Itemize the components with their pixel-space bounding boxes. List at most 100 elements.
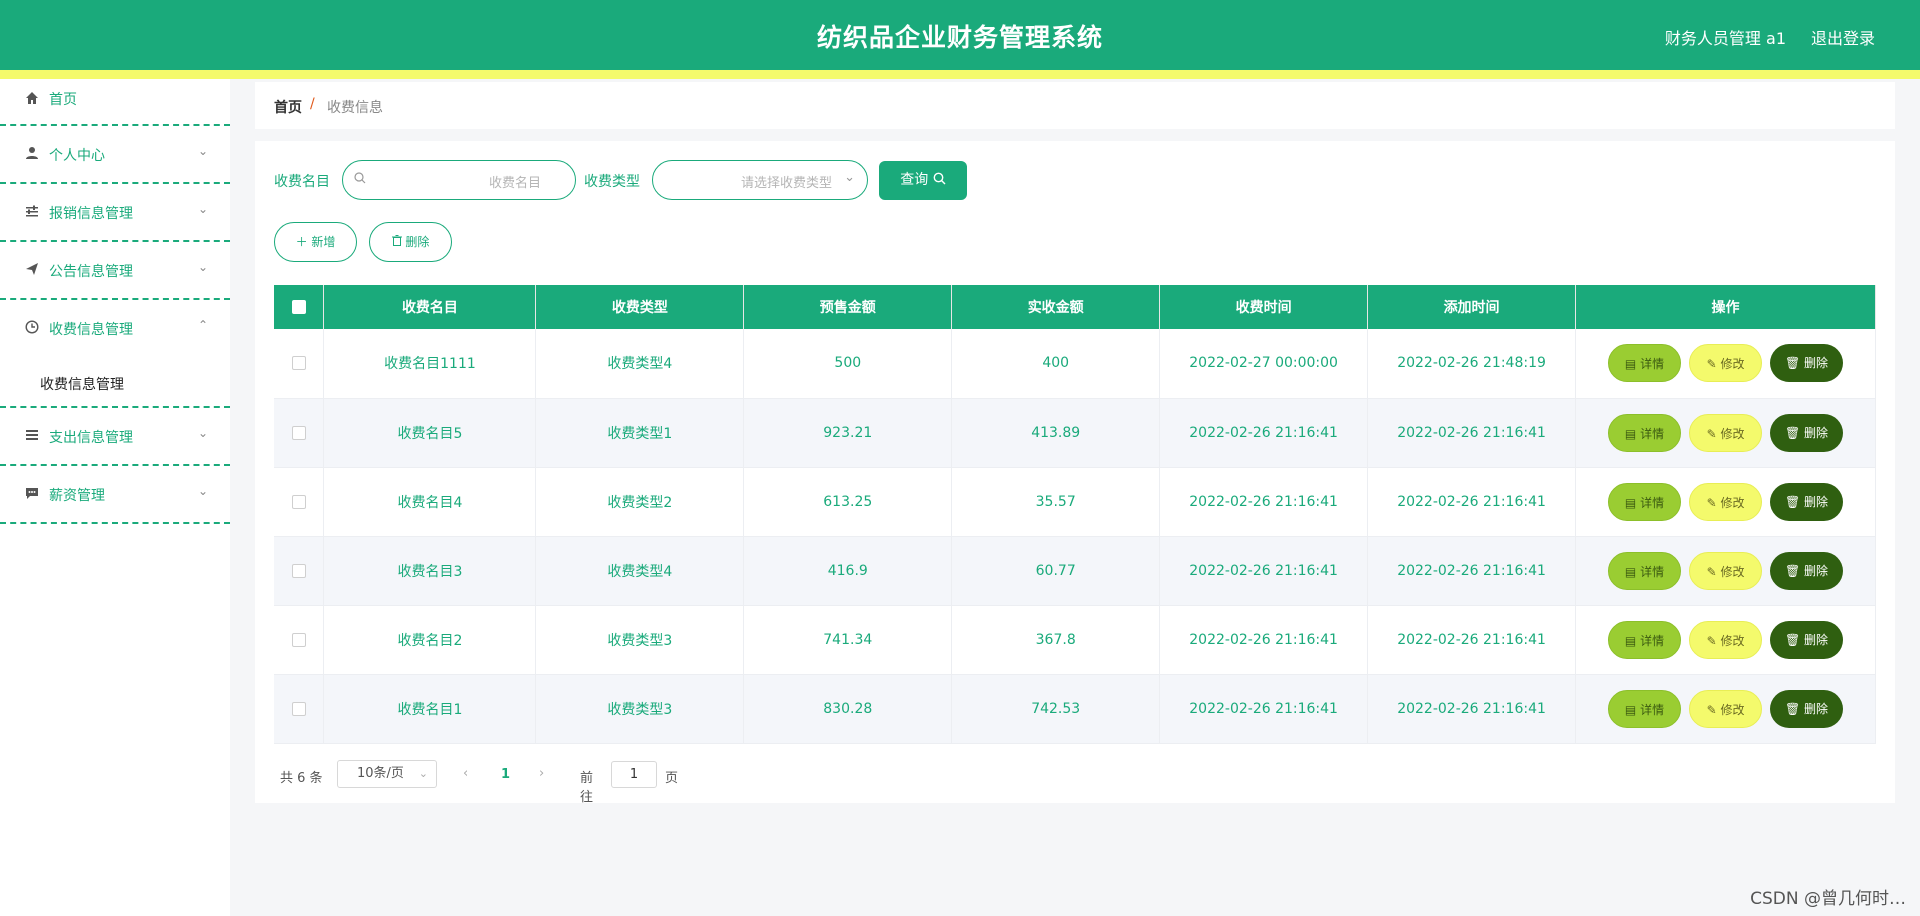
row-checkbox-cell[interactable] <box>274 536 325 606</box>
sidebar-item-salary[interactable]: 薪资管理 ⌄ <box>0 466 230 524</box>
checkbox[interactable] <box>291 425 306 440</box>
detail-button[interactable]: ▤ 详情 <box>1608 413 1682 452</box>
next-page-icon[interactable]: › <box>539 766 544 781</box>
page-number[interactable]: 1 <box>501 767 510 782</box>
table-row: 收费名目2 收费类型3 741.34 367.8 2022-02-26 21:16:41… <box>274 605 1876 675</box>
chevron-down-icon: ⌄ <box>844 170 855 185</box>
row-checkbox-cell[interactable] <box>274 398 325 468</box>
sidebar-item-personal-center[interactable]: 个人中心 ⌄ <box>0 126 230 184</box>
delete-button-label: 删除 <box>1804 356 1829 371</box>
document-icon: ▤ <box>1624 426 1641 441</box>
table-cell: 2022-02-26 21:16:41 <box>1159 674 1369 744</box>
sidebar-item-charge[interactable]: 收费信息管理 ⌃ <box>0 300 230 358</box>
delete-button-label: 删除 <box>1804 632 1829 647</box>
row-actions: ▤ 详情 ✎ 修改 🗑 删除 <box>1575 536 1876 606</box>
table-cell: 35.57 <box>951 467 1161 537</box>
chevron-down-icon: ⌄ <box>197 484 208 498</box>
edit-button[interactable]: ✎ 修改 <box>1689 689 1763 728</box>
edit-button[interactable]: ✎ 修改 <box>1689 413 1763 452</box>
name-search-placeholder: 收费名目 <box>489 176 542 191</box>
query-button[interactable]: 查询 <box>879 161 967 200</box>
delete-button[interactable]: 🗑 删除 <box>1770 620 1844 659</box>
table-row: 收费名目1111 收费类型4 500 400 2022-02-27 00:00:00 20… <box>274 329 1876 399</box>
prev-page-icon[interactable]: ‹ <box>463 766 468 781</box>
detail-button[interactable]: ▤ 详情 <box>1608 344 1682 383</box>
trash-icon: 🗑 <box>1784 356 1805 371</box>
edit-button[interactable]: ✎ 修改 <box>1689 482 1763 521</box>
pencil-icon: ✎ <box>1706 564 1721 579</box>
row-checkbox-cell[interactable] <box>274 605 325 675</box>
batch-delete-button[interactable]: 删除 <box>369 222 452 262</box>
delete-button[interactable]: 🗑 删除 <box>1770 482 1844 521</box>
logout-button[interactable]: 退出登录 <box>1811 25 1875 49</box>
breadcrumb-current: 收费信息 <box>327 100 383 116</box>
clock-icon <box>24 320 40 336</box>
detail-button[interactable]: ▤ 详情 <box>1608 551 1682 590</box>
delete-button-label: 删除 <box>1804 701 1829 716</box>
checkbox[interactable] <box>291 300 306 314</box>
pencil-icon: ✎ <box>1706 702 1721 717</box>
goto-page-input[interactable]: 1 <box>611 761 657 788</box>
breadcrumb-home[interactable]: 首页 <box>274 97 302 117</box>
table-cell: 741.34 <box>743 605 953 675</box>
checkbox[interactable] <box>291 632 306 647</box>
detail-button-label: 详情 <box>1640 564 1665 579</box>
checkbox[interactable] <box>291 356 306 371</box>
table-cell: 2022-02-26 21:48:19 <box>1367 329 1577 399</box>
sidebar-subitem-charge-info[interactable]: 收费信息管理 <box>40 374 124 394</box>
sidebar-item-label: 首页 <box>49 92 77 108</box>
delete-button[interactable]: 🗑 删除 <box>1770 344 1844 383</box>
table-cell: 613.25 <box>743 467 953 537</box>
goto-label: 前往 <box>580 771 594 805</box>
sliders-icon <box>24 204 40 220</box>
chevron-down-icon: ⌄ <box>197 144 208 158</box>
detail-button[interactable]: ▤ 详情 <box>1608 689 1682 728</box>
row-checkbox-cell[interactable] <box>274 674 325 744</box>
table-cell: 收费名目1 <box>323 674 537 744</box>
delete-button[interactable]: 🗑 删除 <box>1770 689 1844 728</box>
goto-suffix: 页 <box>665 771 679 786</box>
row-checkbox-cell[interactable] <box>274 467 325 537</box>
column-header: 操作 <box>1575 285 1876 329</box>
table-cell: 2022-02-26 21:16:41 <box>1159 605 1369 675</box>
delete-button[interactable]: 🗑 删除 <box>1770 551 1844 590</box>
pencil-icon: ✎ <box>1706 495 1721 510</box>
detail-button[interactable]: ▤ 详情 <box>1608 482 1682 521</box>
edit-button[interactable]: ✎ 修改 <box>1689 344 1763 383</box>
sidebar-item-expense[interactable]: 支出信息管理 ⌄ <box>0 408 230 466</box>
type-select[interactable]: 请选择收费类型 ⌄ <box>652 160 868 200</box>
edit-button[interactable]: ✎ 修改 <box>1689 551 1763 590</box>
edit-button-label: 修改 <box>1720 495 1745 510</box>
row-checkbox-cell[interactable] <box>274 329 325 399</box>
table-cell: 收费类型3 <box>535 674 745 744</box>
chevron-down-icon: ⌄ <box>197 426 208 440</box>
sidebar-submenu-charge: 收费信息管理 <box>0 358 230 408</box>
table-row: 收费名目1 收费类型3 830.28 742.53 2022-02-26 21:16:4… <box>274 674 1876 744</box>
row-actions: ▤ 详情 ✎ 修改 🗑 删除 <box>1575 329 1876 399</box>
page-size-select[interactable]: 10条/页 ⌄ <box>337 760 437 788</box>
detail-button-label: 详情 <box>1640 702 1665 717</box>
sidebar-item-reimbursement[interactable]: 报销信息管理 ⌄ <box>0 184 230 242</box>
checkbox[interactable] <box>291 701 306 716</box>
checkbox[interactable] <box>291 494 306 509</box>
checkbox[interactable] <box>291 563 306 578</box>
list-icon <box>24 428 40 444</box>
detail-button[interactable]: ▤ 详情 <box>1608 620 1682 659</box>
name-search-input[interactable]: 收费名目 <box>342 160 576 200</box>
table-cell: 60.77 <box>951 536 1161 606</box>
table-cell: 收费类型4 <box>535 329 745 399</box>
add-button[interactable]: ＋ 新增 <box>274 222 357 262</box>
table-cell: 收费名目5 <box>323 398 537 468</box>
sidebar-item-announcement[interactable]: 公告信息管理 ⌄ <box>0 242 230 300</box>
document-icon: ▤ <box>1624 357 1641 372</box>
app-title: 纺织品企业财务管理系统 <box>816 23 1103 52</box>
user-icon <box>24 146 40 162</box>
chevron-down-icon: ⌄ <box>197 202 208 216</box>
delete-button[interactable]: 🗑 删除 <box>1770 413 1844 452</box>
chevron-down-icon: ⌄ <box>197 260 208 274</box>
sidebar-item-home[interactable]: 首页 <box>0 79 230 126</box>
table-cell: 收费名目2 <box>323 605 537 675</box>
edit-button[interactable]: ✎ 修改 <box>1689 620 1763 659</box>
select-all-checkbox[interactable] <box>274 285 325 329</box>
sidebar-item-label: 支出信息管理 <box>49 430 133 446</box>
